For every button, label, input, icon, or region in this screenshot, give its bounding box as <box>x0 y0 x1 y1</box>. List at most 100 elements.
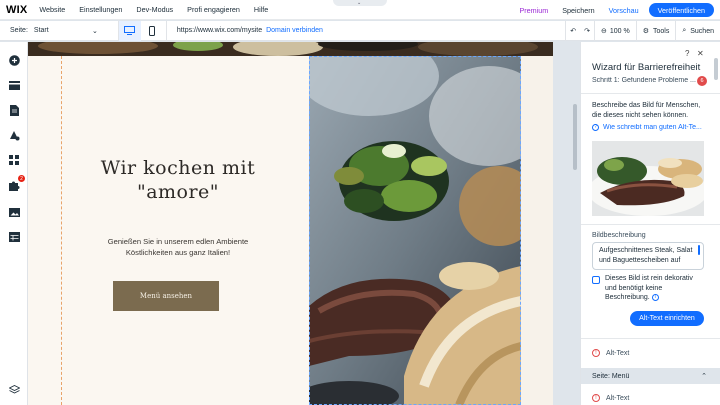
mobile-icon <box>148 25 155 36</box>
pages-button[interactable] <box>7 103 21 117</box>
divider <box>581 338 720 339</box>
content-manager-button[interactable] <box>7 230 21 244</box>
panel-scrollbar[interactable] <box>714 58 718 80</box>
alt-text-help-link[interactable]: ? Wie schreibt man guten Alt-Te... <box>592 124 717 131</box>
undo-button[interactable]: ↶ <box>565 21 580 41</box>
thumbnail-graphic <box>592 141 704 216</box>
set-alt-text-button[interactable]: Alt-Text einrichten <box>630 311 704 326</box>
media-button[interactable] <box>7 205 21 219</box>
divider <box>581 93 720 94</box>
plus-circle-icon <box>8 54 20 66</box>
search-icon: ⌕ <box>682 27 687 34</box>
textarea-scrollbar[interactable] <box>698 245 700 255</box>
top-notch-handle[interactable]: ⌄ <box>333 0 387 6</box>
header-food-graphic <box>28 42 553 56</box>
redo-icon: ↷ <box>584 28 590 35</box>
menu-website[interactable]: Website <box>39 5 65 14</box>
section-page-menu[interactable]: Seite: Menü ⌃ <box>581 368 720 384</box>
accessibility-wizard-panel: ? ✕ Wizard für Barrierefreiheit Schritt … <box>580 42 720 405</box>
close-icon[interactable]: ✕ <box>697 49 704 58</box>
business-apps-button[interactable]: 2 <box>7 175 25 192</box>
table-icon <box>8 232 20 242</box>
editor-canvas[interactable]: Wir kochen mit "amore" Genießen Sie in u… <box>28 42 553 405</box>
image-thumbnail <box>592 141 704 216</box>
issue-row-alt-text[interactable]: ! Alt-Text <box>581 388 720 405</box>
issues-count-badge: 6 <box>697 76 707 86</box>
publish-button[interactable]: Veröffentlichen <box>648 3 714 17</box>
section-label: Seite: Menü <box>592 372 630 380</box>
sections-button[interactable] <box>7 78 21 92</box>
add-elements-button[interactable] <box>7 53 21 67</box>
sections-icon <box>8 80 20 90</box>
mobile-view-button[interactable] <box>141 21 163 41</box>
image-icon <box>8 207 20 217</box>
headline-line-2: "amore" <box>136 181 220 203</box>
layout-guide <box>61 56 62 405</box>
subtext-line-2: Köstlichkeiten aus ganz Italien! <box>125 248 231 257</box>
help-link-label: Wie schreibt man guten Alt-Te... <box>603 124 702 131</box>
zoom-button[interactable]: ⊖ 100 % <box>593 21 636 41</box>
warning-icon: ! <box>592 349 600 357</box>
desktop-icon <box>124 26 136 35</box>
connect-domain-link[interactable]: Domain verbinden <box>266 27 323 34</box>
paint-icon <box>9 130 19 140</box>
alt-text-textarea[interactable]: Aufgeschnittenes Steak, Salat und Baguet… <box>592 242 704 270</box>
layers-button[interactable] <box>7 383 21 397</box>
apps-badge: 2 <box>18 175 25 182</box>
menu-hire-pro[interactable]: Profi engagieren <box>187 5 240 14</box>
canvas-scrollbar[interactable] <box>573 104 577 170</box>
subtext-line-1: Genießen Sie in unserem edlen Ambiente <box>107 237 249 246</box>
menu-settings[interactable]: Einstellungen <box>79 5 122 14</box>
search-button[interactable]: ⌕ Suchen <box>675 21 720 41</box>
chevron-down-icon: ⌄ <box>357 0 362 6</box>
header-food-image[interactable] <box>28 42 553 56</box>
undo-icon: ↶ <box>570 28 577 35</box>
info-icon[interactable]: i <box>651 293 659 301</box>
menu-help[interactable]: Hilfe <box>254 5 268 14</box>
premium-link[interactable]: Premium <box>519 6 548 15</box>
view-menu-button[interactable]: Menü ansehen <box>113 281 219 311</box>
apps-button[interactable] <box>7 153 21 167</box>
desktop-view-button[interactable] <box>118 20 141 41</box>
hero-headline[interactable]: Wir kochen mit "amore" <box>68 156 288 204</box>
image-description-help: Beschreibe das Bild für Menschen, die di… <box>592 102 701 119</box>
tools-icon: ⚙ <box>642 28 649 35</box>
zoom-value: 100 % <box>609 27 630 35</box>
menu-dev-mode[interactable]: Dev-Modus <box>136 5 173 14</box>
tools-button[interactable]: ⚙ Tools <box>635 21 676 41</box>
chevron-up-icon: ⌃ <box>701 373 707 380</box>
wix-logo[interactable]: WIX <box>6 4 27 16</box>
design-button[interactable] <box>7 128 21 142</box>
help-icon[interactable]: ? <box>685 49 689 58</box>
divider <box>581 224 720 225</box>
decorative-checkbox-label: Dieses Bild ist rein dekorativ und benöt… <box>605 274 705 303</box>
top-actions: Premium Speichern Vorschau Veröffentlich… <box>519 3 714 17</box>
panel-title: Wizard für Barrierefreiheit <box>592 62 701 73</box>
chevron-down-icon: ⌄ <box>92 27 98 35</box>
divider <box>165 20 167 41</box>
hero-subtext[interactable]: Genießen Sie in unserem edlen Ambiente K… <box>68 236 288 258</box>
puzzle-icon <box>8 181 19 191</box>
redo-button[interactable]: ↷ <box>580 21 594 41</box>
warning-icon: ! <box>592 394 600 402</box>
page-label: Seite: <box>10 27 28 34</box>
issue-row-label: Alt-Text <box>606 349 630 357</box>
toolbar-right-actions: ↶ ↷ ⊖ 100 % ⚙ Tools ⌕ Suchen <box>565 21 720 41</box>
panel-step: Schritt 1: Gefundene Probleme ... <box>592 77 696 84</box>
headline-line-1: Wir kochen mit <box>100 157 256 179</box>
photo-selection-guide <box>309 56 521 405</box>
apps-grid-icon <box>9 155 19 165</box>
page-select-value: Start <box>33 26 49 34</box>
tools-label: Tools <box>652 27 670 35</box>
preview-button[interactable]: Vorschau <box>609 6 639 15</box>
info-icon: ? <box>592 124 599 131</box>
save-button[interactable]: Speichern <box>562 6 594 15</box>
issue-row-alt-text[interactable]: ! Alt-Text <box>581 343 720 363</box>
decorative-checkbox[interactable] <box>592 276 600 284</box>
page-select[interactable]: Start ⌄ <box>34 27 98 35</box>
left-sidebar: 2 <box>0 42 28 405</box>
alt-text-field-label: Bildbeschreibung <box>592 232 646 239</box>
site-url: https://www.wix.com/mysite <box>176 27 263 34</box>
editor-toolbar: Seite: Start ⌄ https://www.wix.com/mysit… <box>0 20 720 41</box>
canvas-right-margin <box>521 56 553 405</box>
